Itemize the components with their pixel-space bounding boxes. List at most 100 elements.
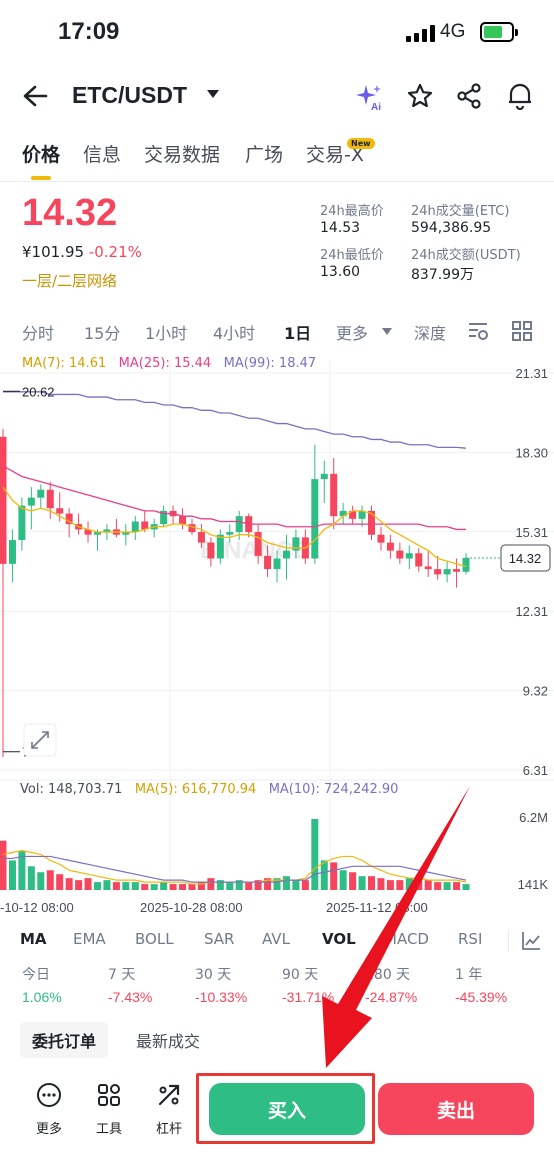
- candle-body: [396, 550, 404, 559]
- perf-label: 90 天: [282, 967, 319, 983]
- tab-price[interactable]: 价格: [22, 140, 60, 167]
- candle-body: [311, 479, 319, 559]
- interval-bar: 分时 15分 1小时 4小时 1日 更多 深度: [0, 316, 554, 344]
- interval-depth[interactable]: 深度: [414, 320, 446, 344]
- perf-label: 今日: [22, 967, 50, 983]
- volume-bar: [415, 880, 423, 890]
- volume-bar: [453, 882, 461, 890]
- vol-label: Vol: 148,703.71: [20, 782, 123, 797]
- current-price-label: 14.32: [509, 551, 542, 566]
- volume-bar: [207, 878, 215, 890]
- high-value: 14.53: [320, 220, 361, 236]
- indicator-macd[interactable]: MACD: [384, 930, 429, 948]
- leverage-button[interactable]: 杠杆: [144, 1082, 194, 1137]
- volume-bar: [339, 870, 347, 890]
- bell-icon[interactable]: [506, 81, 534, 111]
- volume-bar: [160, 882, 168, 890]
- chevron-down-icon[interactable]: [207, 90, 219, 98]
- chart-settings-icon[interactable]: [466, 320, 490, 342]
- perf-value: -45.39%: [455, 989, 508, 1005]
- volume-bar: [8, 860, 16, 890]
- candle-body: [273, 558, 281, 570]
- kline-chart[interactable]: BINANCE21.3118.3015.3112.319.326.3120.62…: [0, 360, 554, 920]
- perf-label: 30 天: [195, 967, 232, 983]
- volume-bar: [282, 876, 290, 890]
- amount-value: 837.99万: [411, 267, 474, 283]
- buy-button[interactable]: 买入: [209, 1083, 365, 1135]
- volume-bar: [56, 874, 64, 890]
- candle-body: [368, 510, 376, 535]
- candle-body: [197, 532, 205, 543]
- svg-text:Ai: Ai: [371, 102, 381, 112]
- candle-body: [415, 553, 423, 567]
- candle-body: [424, 566, 432, 570]
- chevron-down-icon[interactable]: [382, 328, 392, 335]
- star-icon[interactable]: [406, 82, 434, 110]
- grid-layout-icon[interactable]: [511, 320, 533, 342]
- network-type: 4G: [440, 21, 466, 42]
- indicator-boll[interactable]: BOLL: [135, 930, 174, 948]
- network-tag-link[interactable]: 一层/二层网络: [22, 270, 117, 291]
- y-tick-label: 9.32: [523, 683, 548, 698]
- perf-value: -24.87%: [365, 989, 418, 1005]
- tab-order-book[interactable]: 委托订单: [20, 1022, 109, 1058]
- ai-sparkle-icon[interactable]: Ai: [354, 82, 384, 112]
- interval-timeshare[interactable]: 分时: [22, 320, 54, 344]
- candle-body: [18, 505, 26, 541]
- indicator-rsi[interactable]: RSI: [458, 930, 482, 948]
- candle-body: [131, 521, 139, 533]
- interval-1d[interactable]: 1日: [284, 320, 311, 344]
- tab-info[interactable]: 信息: [83, 140, 121, 167]
- indicator-bar: MA EMA BOLL SAR AVL VOL MACD RSI: [0, 926, 554, 954]
- interval-4h[interactable]: 4小时: [213, 320, 255, 344]
- volume-bar: [434, 882, 442, 890]
- volume-bar: [330, 862, 338, 890]
- x-tick-label: 2025-11-12 08:00: [326, 900, 428, 915]
- volume-bar: [112, 882, 120, 890]
- share-icon[interactable]: [456, 82, 484, 110]
- more-button[interactable]: 更多: [24, 1082, 74, 1137]
- volume-bar: [75, 880, 83, 890]
- perf-value: -10.33%: [195, 989, 248, 1005]
- volume-label: 24h成交量(ETC): [411, 204, 510, 219]
- candle-body: [179, 516, 187, 525]
- indicator-sar[interactable]: SAR: [204, 930, 234, 948]
- tools-icon: [98, 1084, 120, 1106]
- indicator-ema[interactable]: EMA: [73, 930, 106, 948]
- volume-bar: [131, 882, 139, 890]
- candle-body: [405, 553, 413, 559]
- battery-icon: [480, 22, 518, 42]
- signal-icon: [406, 24, 435, 42]
- candle-body: [27, 497, 35, 506]
- perf-label: 180 天: [365, 967, 411, 983]
- tab-square[interactable]: 广场: [245, 140, 283, 167]
- active-tab-indicator: [31, 176, 51, 180]
- y-tick-label: 18.30: [515, 446, 548, 461]
- interval-15m[interactable]: 15分: [84, 320, 120, 344]
- indicator-ma[interactable]: MA: [20, 930, 47, 948]
- indicator-chart-icon[interactable]: [520, 930, 542, 952]
- tab-latest-trades[interactable]: 最新成交: [124, 1022, 212, 1058]
- high-label: 24h最高价: [320, 204, 384, 219]
- volume-bar: [27, 866, 35, 890]
- volume-bar: [405, 878, 413, 890]
- interval-more[interactable]: 更多: [336, 320, 368, 344]
- volume-bar: [443, 882, 451, 890]
- sell-button[interactable]: 卖出: [378, 1083, 534, 1135]
- tools-button[interactable]: 工具: [84, 1082, 134, 1137]
- back-arrow-icon[interactable]: [22, 84, 48, 108]
- volume-bar: [311, 818, 319, 890]
- interval-1h[interactable]: 1小时: [145, 320, 187, 344]
- tab-trading-data[interactable]: 交易数据: [144, 140, 220, 167]
- tools-label: 工具: [95, 1122, 122, 1137]
- perf-value: 1.06%: [22, 989, 62, 1005]
- cny-value: ¥101.95: [22, 243, 85, 261]
- candle-body: [56, 508, 64, 514]
- volume-bar: [462, 884, 470, 890]
- status-time: 17:09: [58, 18, 120, 45]
- indicator-avl[interactable]: AVL: [262, 930, 290, 948]
- pair-selector[interactable]: ETC/USDT: [72, 82, 187, 109]
- indicator-vol[interactable]: VOL: [322, 930, 356, 948]
- volume-bar: [37, 872, 45, 890]
- x-tick-label: -10-12 08:00: [0, 900, 74, 915]
